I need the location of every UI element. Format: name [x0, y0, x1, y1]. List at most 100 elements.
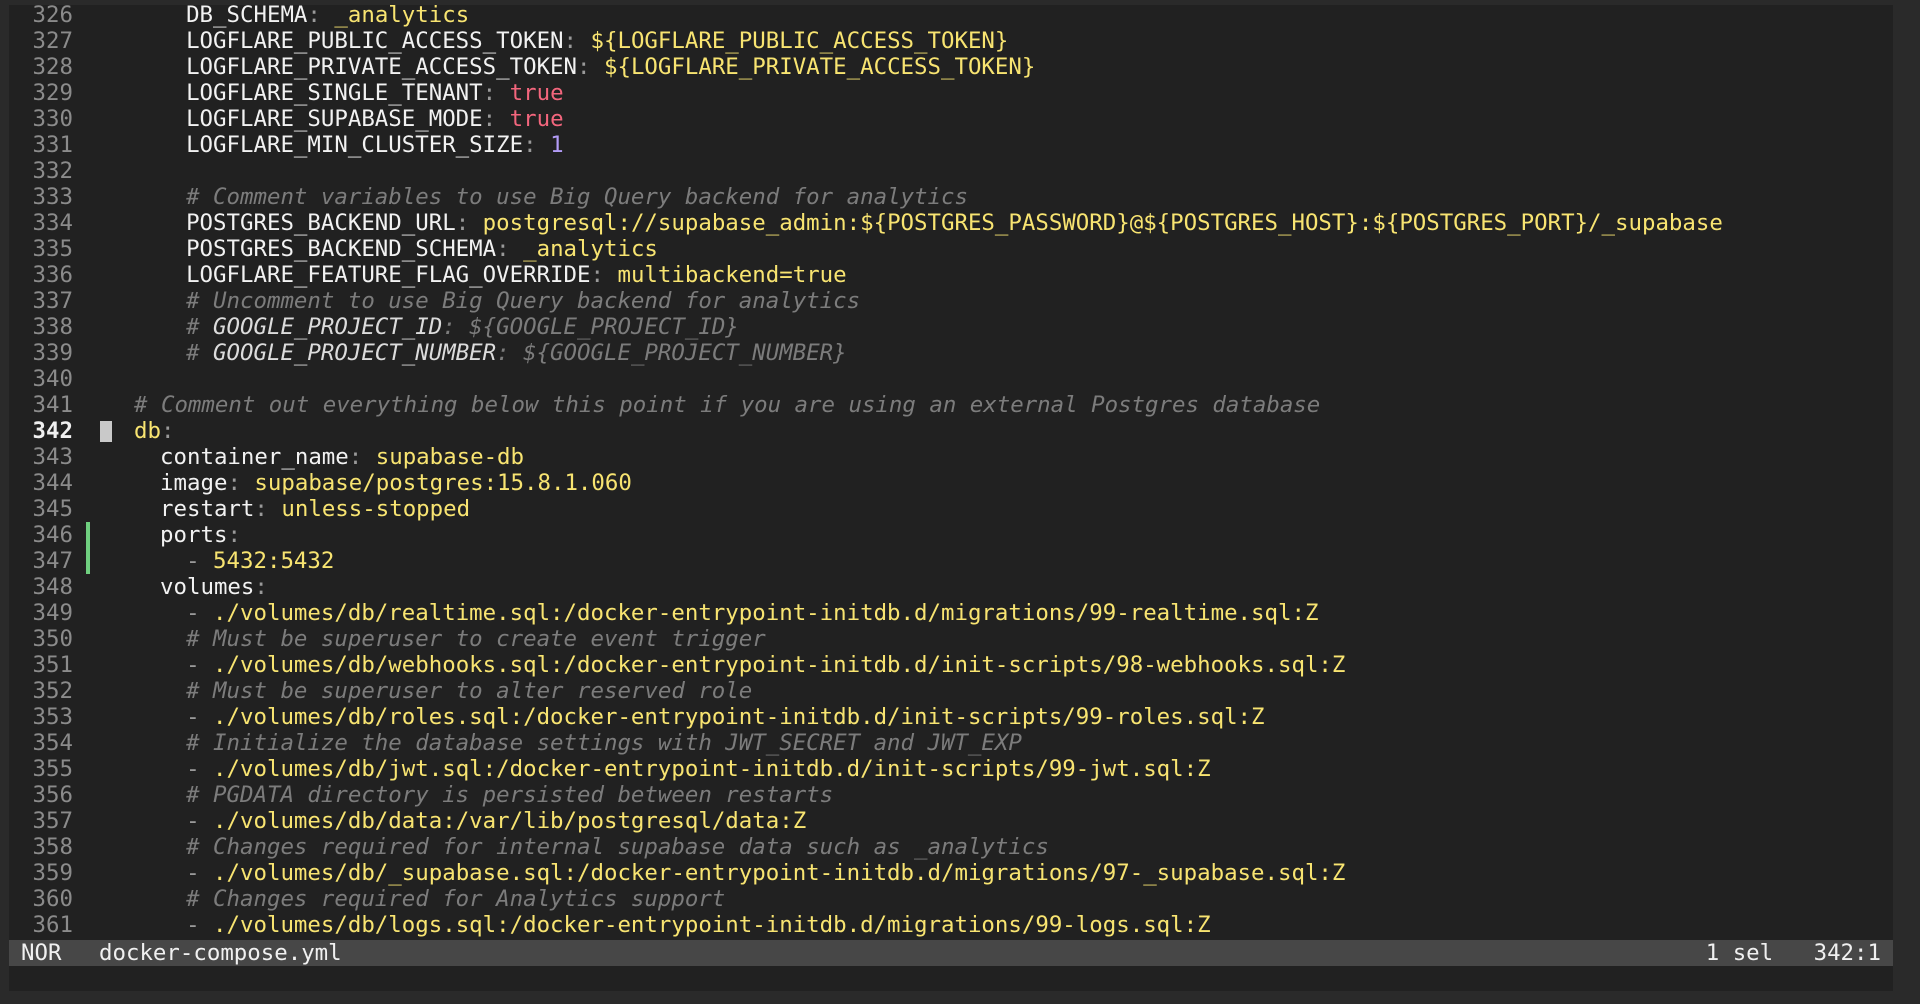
code-line[interactable]: 334 POSTGRES_BACKEND_URL: postgresql://su… [9, 210, 1893, 236]
code-line[interactable]: 358 # Changes required for internal supab… [9, 834, 1893, 860]
code-token: - [186, 860, 214, 886]
cursor-position: 342:1 [1813, 940, 1881, 966]
code-line[interactable]: 360 # Changes required for Analytics supp… [9, 886, 1893, 912]
code-text: - ./volumes/db/realtime.sql:/docker-entr… [186, 600, 1318, 626]
code-line[interactable]: 336 LOGFLARE_FEATURE_FLAG_OVERRIDE: multi… [9, 262, 1893, 288]
code-editor[interactable]: 326 DB_SCHEMA: _analytics 327 LOGFLARE_PUBL… [9, 5, 1893, 940]
line-number: 347 [32, 548, 73, 574]
code-line[interactable]: 338 # GOOGLE_PROJECT_ID: ${GOOGLE_PROJECT… [9, 314, 1893, 340]
code-line[interactable]: 341 # Comment out everything below this p… [9, 392, 1893, 418]
code-line[interactable]: 356 # PGDATA directory is persisted betwe… [9, 782, 1893, 808]
code-token: - [186, 704, 214, 730]
code-line[interactable]: 351 - ./volumes/db/webhooks.sql:/docker-e… [9, 652, 1893, 678]
mode-indicator: NOR [21, 940, 62, 966]
code-line[interactable]: 344 image: supabase/postgres:15.8.1.060 [9, 470, 1893, 496]
line-number: 331 [32, 132, 73, 158]
code-line[interactable]: 350 # Must be superuser to create event t… [9, 626, 1893, 652]
code-token: : [455, 210, 483, 236]
line-number: 336 [32, 262, 73, 288]
code-token: 5432:5432 [213, 548, 335, 574]
code-text: db: [134, 418, 174, 444]
code-token: - [186, 600, 214, 626]
line-number: 354 [32, 730, 73, 756]
code-token: : [482, 106, 510, 132]
command-line[interactable] [9, 966, 1893, 991]
code-token: ./volumes/db/roles.sql:/docker-entrypoin… [213, 704, 1265, 730]
code-token: GOOGLE_PROJECT_ID [213, 314, 443, 340]
code-line[interactable]: 353 - ./volumes/db/roles.sql:/docker-entr… [9, 704, 1893, 730]
file-name: docker-compose.yml [99, 940, 342, 966]
code-line[interactable]: 328 LOGFLARE_PRIVATE_ACCESS_TOKEN: ${LOGF… [9, 54, 1893, 80]
code-text: - ./volumes/db/logs.sql:/docker-entrypoi… [186, 912, 1211, 938]
code-token: image [160, 470, 228, 496]
line-number: 346 [32, 522, 73, 548]
code-text: - ./volumes/db/data:/var/lib/postgresql/… [186, 808, 806, 834]
line-number: 334 [32, 210, 73, 236]
code-token: - [186, 912, 214, 938]
code-token: # Comment variables to use Big Query bac… [186, 184, 968, 210]
code-line[interactable]: 340 [9, 366, 1893, 392]
code-text: - ./volumes/db/roles.sql:/docker-entrypo… [186, 704, 1264, 730]
line-number: 345 [32, 496, 73, 522]
code-token: : [590, 262, 618, 288]
code-line[interactable]: 339 # GOOGLE_PROJECT_NUMBER: ${GOOGLE_PRO… [9, 340, 1893, 366]
code-token: : [577, 54, 604, 80]
code-token: postgresql://supabase_admin:${POSTGRES_P… [482, 210, 1723, 236]
code-token: : [523, 132, 551, 158]
code-line[interactable]: 347 - 5432:5432 [9, 548, 1893, 574]
code-token: ./volumes/db/jwt.sql:/docker-entrypoint-… [213, 756, 1211, 782]
code-line[interactable]: 333 # Comment variables to use Big Query … [9, 184, 1893, 210]
code-line[interactable]: 357 - ./volumes/db/data:/var/lib/postgres… [9, 808, 1893, 834]
code-line[interactable]: 337 # Uncomment to use Big Query backend … [9, 288, 1893, 314]
code-line[interactable]: 359 - ./volumes/db/_supabase.sql:/docker-… [9, 860, 1893, 886]
code-line[interactable]: 332 [9, 158, 1893, 184]
code-token: : [348, 444, 376, 470]
code-text: restart: unless-stopped [160, 496, 470, 522]
line-number: 342 [32, 418, 73, 444]
code-text: # GOOGLE_PROJECT_NUMBER: ${GOOGLE_PROJEC… [186, 340, 847, 366]
code-line[interactable]: 355 - ./volumes/db/jwt.sql:/docker-entryp… [9, 756, 1893, 782]
code-line[interactable]: 361 - ./volumes/db/logs.sql:/docker-entry… [9, 912, 1893, 938]
line-number: 332 [32, 158, 73, 184]
code-text: # Changes required for internal supabase… [186, 834, 1049, 860]
code-line[interactable]: 348 volumes: [9, 574, 1893, 600]
code-token: LOGFLARE_PRIVATE_ACCESS_TOKEN [186, 54, 578, 80]
code-text: LOGFLARE_PRIVATE_ACCESS_TOKEN: ${LOGFLAR… [186, 54, 1035, 80]
line-number: 343 [32, 444, 73, 470]
line-number: 330 [32, 106, 73, 132]
line-number: 344 [32, 470, 73, 496]
line-number: 351 [32, 652, 73, 678]
code-line[interactable]: 354 # Initialize the database settings wi… [9, 730, 1893, 756]
code-line[interactable]: 329 LOGFLARE_SINGLE_TENANT: true [9, 80, 1893, 106]
code-token: # Must be superuser to alter reserved ro… [186, 678, 753, 704]
code-line[interactable]: 343 container_name: supabase-db [9, 444, 1893, 470]
code-token: : ${GOOGLE_PROJECT_ID} [442, 314, 739, 340]
line-number: 328 [32, 54, 73, 80]
line-number: 340 [32, 366, 73, 392]
code-token: db [134, 418, 161, 444]
line-number: 358 [32, 834, 73, 860]
code-text: container_name: supabase-db [160, 444, 524, 470]
code-token: # Initialize the database settings with … [186, 730, 1022, 756]
code-line[interactable]: 345 restart: unless-stopped [9, 496, 1893, 522]
diff-added-marker [86, 548, 90, 574]
code-token: LOGFLARE_FEATURE_FLAG_OVERRIDE [186, 262, 591, 288]
code-line[interactable]: 349 - ./volumes/db/realtime.sql:/docker-e… [9, 600, 1893, 626]
status-bar: NOR docker-compose.yml 1 sel 342:1 [9, 940, 1893, 966]
line-number: 348 [32, 574, 73, 600]
code-line[interactable]: 342 db: [9, 418, 1893, 444]
code-token: : [563, 28, 591, 54]
code-token: GOOGLE_PROJECT_NUMBER [213, 340, 497, 366]
code-token: # Changes required for internal supabase… [186, 834, 1049, 860]
code-line[interactable]: 346 ports: [9, 522, 1893, 548]
line-number: 356 [32, 782, 73, 808]
code-line[interactable]: 326 DB_SCHEMA: _analytics [9, 5, 1893, 28]
code-line[interactable]: 352 # Must be superuser to alter reserved… [9, 678, 1893, 704]
code-line[interactable]: 330 LOGFLARE_SUPABASE_MODE: true [9, 106, 1893, 132]
code-line[interactable]: 335 POSTGRES_BACKEND_SCHEMA: _analytics [9, 236, 1893, 262]
code-token: : [227, 470, 255, 496]
code-line[interactable]: 327 LOGFLARE_PUBLIC_ACCESS_TOKEN: ${LOGFL… [9, 28, 1893, 54]
code-token: ${LOGFLARE_PUBLIC_ACCESS_TOKEN} [590, 28, 1009, 54]
code-line[interactable]: 331 LOGFLARE_MIN_CLUSTER_SIZE: 1 [9, 132, 1893, 158]
code-token: container_name [160, 444, 349, 470]
